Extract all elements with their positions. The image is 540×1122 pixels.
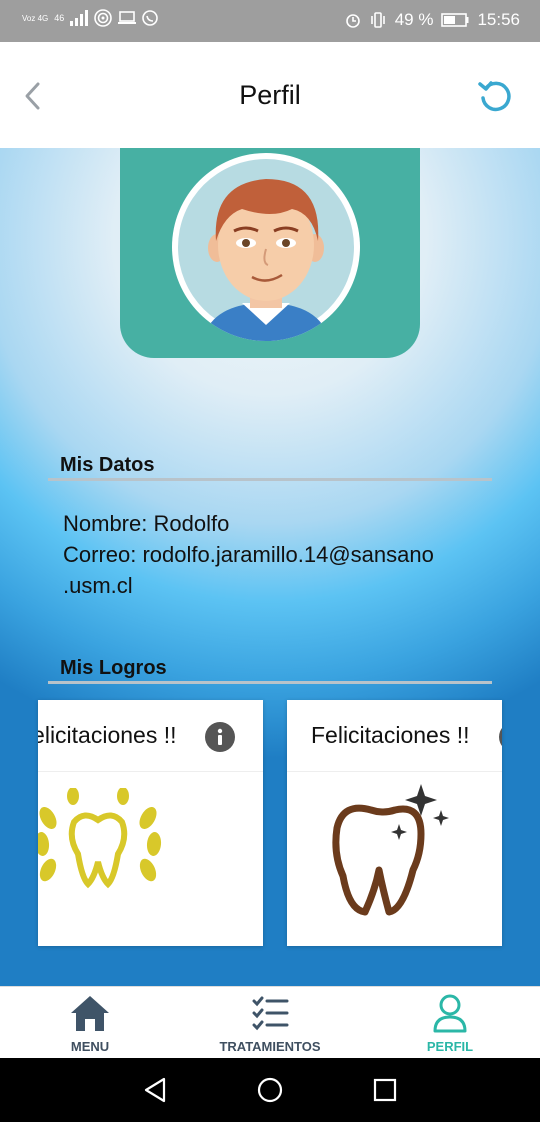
checklist-icon <box>252 996 289 1031</box>
system-navigation-bar <box>0 1058 540 1122</box>
profile-content: Mis Datos Nombre: Rodolfo Correo: rodolf… <box>0 148 540 986</box>
avatar-container <box>120 148 420 358</box>
nav-perfil-label: PERFIL <box>426 1039 474 1054</box>
user-name: Nombre: Rodolfo <box>63 511 230 536</box>
whatsapp-icon <box>142 10 159 26</box>
status-right: 49 % 15:56 <box>345 10 520 30</box>
card-divider <box>38 771 263 772</box>
nav-menu-label: MENU <box>70 1039 110 1054</box>
vibrate-icon <box>370 12 385 28</box>
user-avatar-illustration <box>178 159 354 341</box>
achievement-card[interactable]: Felicitaciones !! <box>287 700 502 946</box>
clock: 15:56 <box>477 10 520 29</box>
home-icon <box>71 996 109 1031</box>
laptop-icon <box>118 11 137 24</box>
carrier-label: Voz 4G <box>22 13 49 23</box>
info-icon <box>217 728 223 745</box>
user-info: Nombre: Rodolfo Correo: rodolfo.jaramill… <box>63 508 434 601</box>
page-title: Perfil <box>239 80 301 110</box>
refresh-button[interactable] <box>476 76 516 116</box>
user-email-line2: .usm.cl <box>63 573 133 598</box>
achievement-title: Felicitaciones !! <box>38 722 177 748</box>
nav-tratamientos[interactable]: TRATAMIENTOS <box>180 987 360 1059</box>
home-circle-icon[interactable] <box>256 1076 284 1104</box>
app-header: Perfil <box>0 42 540 148</box>
achievement-card[interactable]: Felicitaciones !! <box>38 700 263 946</box>
user-icon <box>433 994 467 1033</box>
network-label: 46 <box>54 13 65 23</box>
recents-square-icon[interactable] <box>372 1076 398 1104</box>
status-bar: Voz 4G 46 49 % 15:56 <box>0 0 540 42</box>
back-triangle-icon[interactable] <box>142 1076 168 1104</box>
info-button[interactable] <box>205 722 235 752</box>
avatar <box>172 153 360 341</box>
nav-tratamientos-label: TRATAMIENTOS <box>219 1039 321 1054</box>
bottom-navigation: MENU TRATAMIENTOS PERFIL <box>0 986 540 1059</box>
alarm-icon <box>345 14 360 28</box>
refresh-icon <box>478 81 511 112</box>
mis-datos-title: Mis Datos <box>60 454 155 476</box>
nav-menu[interactable]: MENU <box>0 987 180 1059</box>
hotspot-icon <box>94 9 113 27</box>
gold-wreath-tooth-icon <box>38 788 162 889</box>
status-left: Voz 4G 46 <box>22 9 159 27</box>
card-divider <box>287 771 502 772</box>
nav-perfil[interactable]: PERFIL <box>360 987 540 1059</box>
mis-logros-title: Mis Logros <box>60 657 167 679</box>
section-divider <box>48 681 492 684</box>
achievement-title: Felicitaciones !! <box>311 722 470 748</box>
sparkling-tooth-icon <box>332 784 449 916</box>
signal-icon <box>70 10 89 26</box>
battery-icon <box>441 13 469 27</box>
user-email-line1: Correo: rodolfo.jaramillo.14@sansano <box>63 542 434 567</box>
achievements-carousel[interactable]: Felicitaciones !! <box>0 700 540 950</box>
battery-percent: 49 % <box>394 10 434 29</box>
section-divider <box>48 478 492 481</box>
info-button[interactable] <box>499 722 502 752</box>
